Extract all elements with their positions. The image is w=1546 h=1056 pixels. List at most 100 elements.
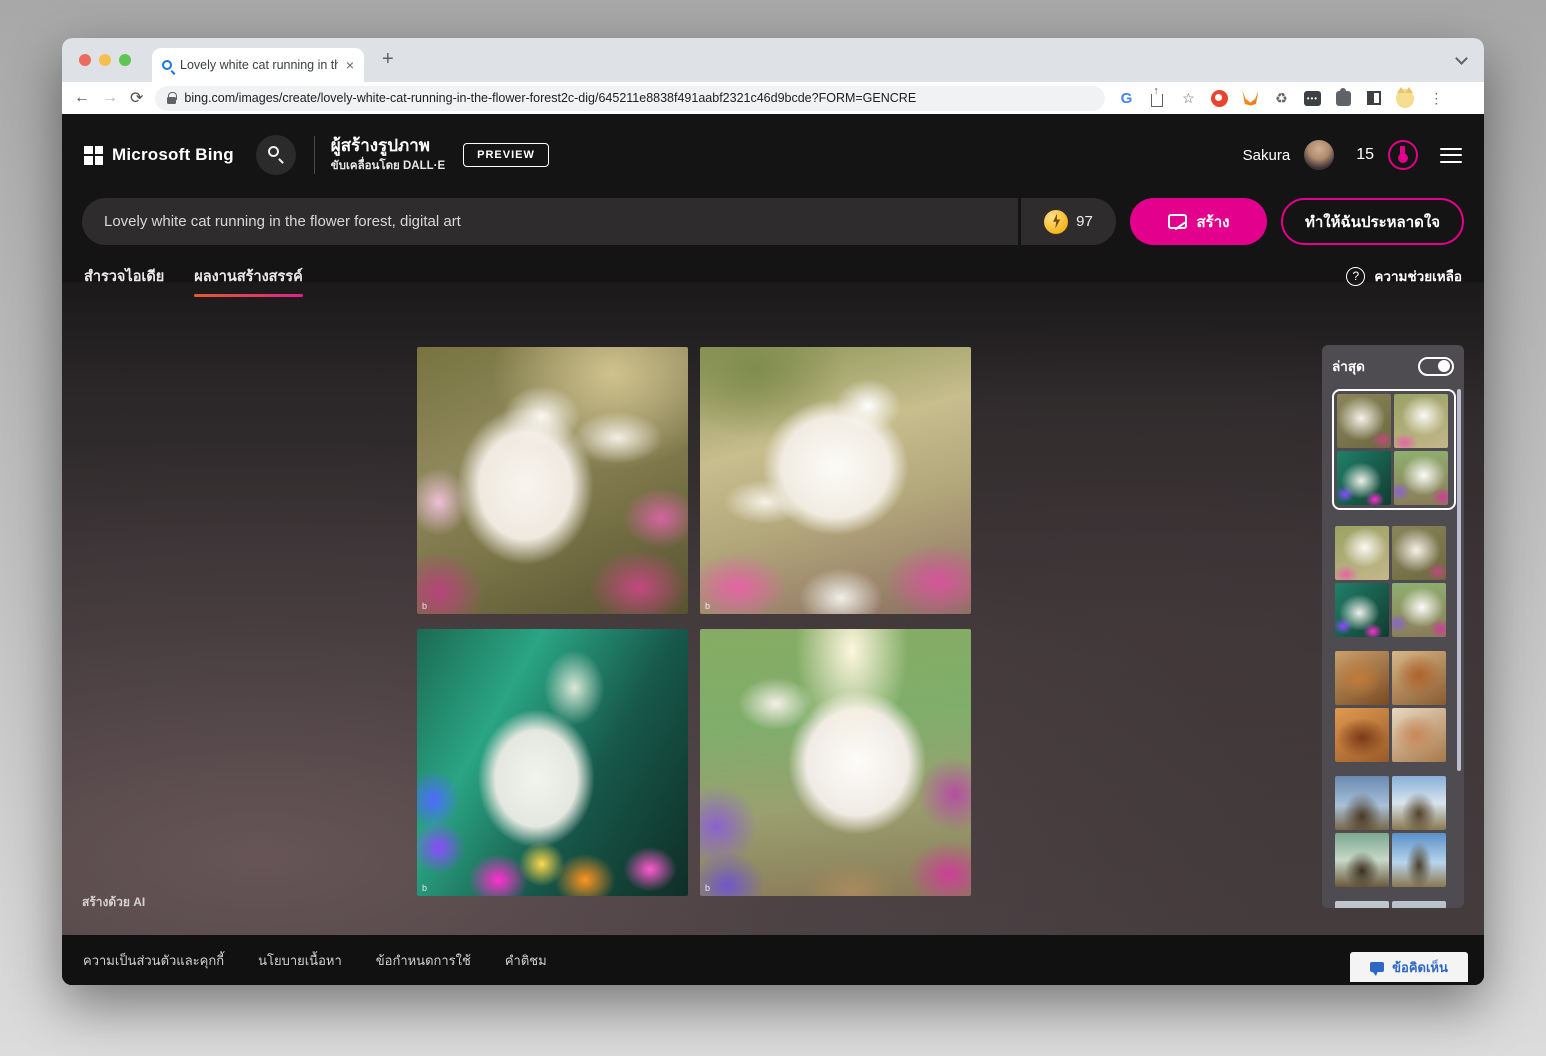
back-button[interactable]: ←: [74, 89, 90, 107]
screenshot-extension-icon[interactable]: •••: [1304, 91, 1321, 106]
history-group-orange-cats[interactable]: [1335, 651, 1451, 762]
metamask-extension-icon[interactable]: [1242, 91, 1258, 106]
recent-title: ล่าสุด: [1332, 355, 1365, 377]
history-thumb[interactable]: [1335, 651, 1389, 705]
extensions-puzzle-icon[interactable]: [1336, 91, 1351, 106]
tab-close-icon[interactable]: ×: [346, 57, 354, 73]
generated-image-1[interactable]: b: [417, 347, 688, 614]
history-thumb[interactable]: [1394, 394, 1448, 448]
browser-window: Lovely white cat running in the × + ← → …: [62, 38, 1484, 985]
footer-link-terms[interactable]: ข้อกำหนดการใช้: [376, 950, 471, 971]
preview-badge: PREVIEW: [463, 143, 549, 167]
content-tabs: สำรวจไอเดีย ผลงานสร้างสรรค์ ? ความช่วยเห…: [62, 245, 1484, 297]
history-thumb[interactable]: [1335, 776, 1389, 830]
tab-strip: Lovely white cat running in the × +: [62, 38, 1484, 82]
header-search-button[interactable]: [256, 135, 296, 175]
history-thumb[interactable]: [1392, 833, 1446, 887]
tab-creations[interactable]: ผลงานสร้างสรรค์: [194, 265, 303, 297]
history-thumb[interactable]: [1394, 451, 1448, 505]
history-thumb[interactable]: [1392, 901, 1446, 908]
tab-search-icon: [162, 60, 172, 70]
app-header: Microsoft Bing ผู้สร้างรูปภาพ ขับเคลื่อน…: [62, 114, 1484, 196]
history-thumb[interactable]: [1392, 526, 1446, 580]
lock-icon: [167, 97, 176, 104]
feedback-bubble-icon: [1370, 962, 1384, 972]
create-image-icon: [1168, 214, 1187, 229]
boost-coin-icon: [1044, 210, 1068, 234]
close-window-button[interactable]: [79, 54, 91, 66]
minimize-window-button[interactable]: [99, 54, 111, 66]
footer-link-privacy[interactable]: ความเป็นส่วนตัวและคุกกี้: [83, 950, 224, 971]
tab-title: Lovely white cat running in the: [180, 58, 338, 72]
prompt-row: 97 สร้าง ทำให้ฉันประหลาดใจ: [62, 196, 1484, 245]
bing-watermark: b: [422, 883, 427, 893]
new-tab-button[interactable]: +: [382, 48, 394, 71]
history-thumb[interactable]: [1337, 451, 1391, 505]
history-group-cityscape[interactable]: [1335, 901, 1451, 908]
search-icon: [268, 146, 279, 157]
page-footer: ความเป็นส่วนตัวและคุกกี้ นโยบายเนื้อหา ข…: [62, 935, 1484, 985]
microsoft-bing-logo-icon[interactable]: [84, 146, 103, 165]
bing-image-creator-page: Microsoft Bing ผู้สร้างรูปภาพ ขับเคลื่อน…: [62, 114, 1484, 985]
rewards-medal-icon[interactable]: [1388, 140, 1418, 170]
created-with-ai-label: สร้างด้วย AI: [82, 893, 145, 912]
boost-credit-count: 97: [1076, 213, 1093, 230]
history-thumb[interactable]: [1335, 833, 1389, 887]
dark-reader-extension-icon[interactable]: [1367, 91, 1381, 105]
window-controls: [79, 54, 131, 66]
url-text: bing.com/images/create/lovely-white-cat-…: [184, 91, 916, 105]
bing-watermark: b: [422, 601, 427, 611]
recent-toggle[interactable]: [1418, 357, 1454, 376]
history-group-white-cats-selected[interactable]: [1332, 389, 1456, 510]
bing-watermark: b: [705, 601, 710, 611]
surprise-me-button[interactable]: ทำให้ฉันประหลาดใจ: [1281, 198, 1464, 245]
browser-toolbar: ← → ⟳ bing.com/images/create/lovely-whit…: [62, 82, 1484, 114]
boost-count: 15: [1356, 146, 1374, 164]
help-question-icon: ?: [1346, 267, 1365, 286]
boost-credit-box: 97: [1018, 198, 1116, 245]
tab-list-chevron-icon[interactable]: [1455, 52, 1468, 65]
history-thumb[interactable]: [1392, 776, 1446, 830]
history-thumb[interactable]: [1335, 583, 1389, 637]
share-icon[interactable]: [1151, 94, 1163, 107]
hamburger-menu-icon[interactable]: [1440, 143, 1462, 167]
profile-avatar-icon[interactable]: [1396, 89, 1414, 108]
create-button[interactable]: สร้าง: [1130, 198, 1267, 245]
forward-button[interactable]: →: [102, 89, 118, 107]
tab-explore-ideas[interactable]: สำรวจไอเดีย: [84, 265, 164, 297]
brand-name[interactable]: Microsoft Bing: [112, 145, 234, 165]
history-group-white-cats-2[interactable]: [1335, 526, 1451, 637]
app-subtitle: ขับเคลื่อนโดย DALL·E: [331, 157, 445, 175]
feedback-button[interactable]: ข้อคิดเห็น: [1350, 952, 1468, 982]
recycle-extension-icon[interactable]: ♻: [1272, 89, 1290, 107]
address-bar[interactable]: bing.com/images/create/lovely-white-cat-…: [155, 86, 1105, 111]
footer-link-content-policy[interactable]: นโยบายเนื้อหา: [258, 950, 342, 971]
history-thumb[interactable]: [1392, 651, 1446, 705]
chat-extension-icon[interactable]: [1211, 90, 1228, 107]
toolbar-icons: G ☆ ♻ ••• ⋮: [1117, 89, 1445, 107]
sidebar-scrollbar[interactable]: [1457, 389, 1461, 771]
reload-button[interactable]: ⟳: [130, 88, 143, 108]
browser-menu-icon[interactable]: ⋮: [1427, 89, 1445, 107]
help-link[interactable]: ? ความช่วยเหลือ: [1346, 265, 1462, 287]
generated-image-3[interactable]: b: [417, 629, 688, 896]
bing-watermark: b: [705, 883, 710, 893]
app-title: ผู้สร้างรูปภาพ: [331, 135, 445, 156]
browser-tab[interactable]: Lovely white cat running in the ×: [152, 48, 364, 82]
history-thumb[interactable]: [1335, 526, 1389, 580]
history-thumb[interactable]: [1337, 394, 1391, 448]
generated-image-2[interactable]: b: [700, 347, 971, 614]
history-group-temples[interactable]: [1335, 776, 1451, 887]
history-thumb[interactable]: [1392, 708, 1446, 762]
history-thumb[interactable]: [1335, 901, 1389, 908]
generated-image-4[interactable]: b: [700, 629, 971, 896]
bookmark-star-icon[interactable]: ☆: [1179, 89, 1197, 107]
history-thumb[interactable]: [1335, 708, 1389, 762]
google-extension-icon[interactable]: G: [1117, 89, 1135, 107]
prompt-input[interactable]: [82, 198, 1018, 245]
user-avatar[interactable]: [1304, 140, 1334, 170]
user-name[interactable]: Sakura: [1243, 147, 1291, 164]
zoom-window-button[interactable]: [119, 54, 131, 66]
footer-link-feedback[interactable]: คำติชม: [505, 950, 547, 971]
history-thumb[interactable]: [1392, 583, 1446, 637]
